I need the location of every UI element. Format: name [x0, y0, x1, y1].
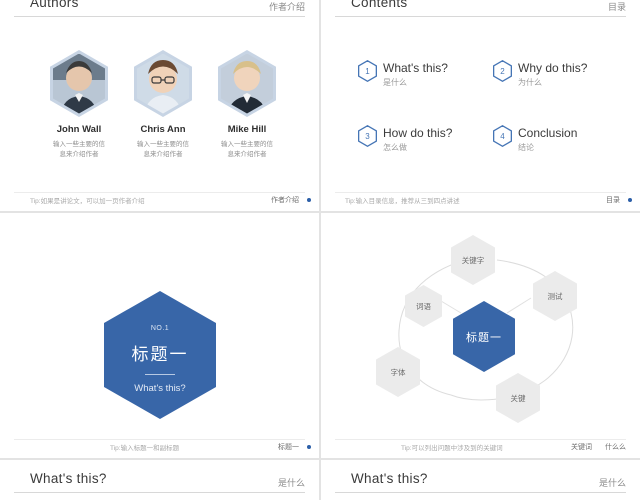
toc-label-en: What's this?: [383, 61, 448, 75]
section-title-hex: NO.1 标题一 What's this?: [104, 291, 216, 419]
footer-label: 作者介绍: [271, 197, 299, 204]
page-title: What's this?: [30, 471, 107, 486]
footer-tip: Tip:可以列出问题中涉及到的关键词: [401, 445, 503, 452]
page-title-cn: 是什么: [277, 478, 305, 488]
section-number: NO.1: [150, 325, 170, 332]
title-rule: [335, 492, 626, 493]
footer-label: 标题一: [278, 444, 299, 451]
footer-tip: Tip:输入标题一和副标题: [110, 445, 180, 452]
toc-label-cn: 怎么做: [383, 143, 407, 152]
toc-number-hex: 1: [358, 60, 377, 82]
title-rule: [14, 492, 305, 493]
footer-label: 目录: [606, 197, 620, 204]
footer-dot-icon: [307, 198, 311, 202]
page-title-cn: 是什么: [598, 478, 626, 488]
toc-label-en: Conclusion: [518, 126, 578, 140]
title-rule: [14, 16, 305, 17]
toc-number-hex: 4: [493, 125, 512, 147]
footer-rule: [14, 439, 305, 440]
avatar: [134, 50, 192, 117]
page-title-cn: 作者介绍: [268, 2, 305, 12]
author-description: 输入一些主要的信息来介绍作者: [221, 141, 273, 158]
slide-grid: Authors 作者介绍 John Wall 输入一些主要的信息来介绍作者 Ch…: [0, 0, 640, 500]
footer-dot-icon: [307, 445, 311, 449]
author-description: 输入一些主要的信息来介绍作者: [53, 141, 105, 158]
footer-rule: [335, 439, 626, 440]
page-title: What's this?: [351, 471, 428, 486]
footer-label-secondary: 什么么: [605, 444, 626, 451]
footer-tip: Tip:输入目录信息，推荐从三到四点讲述: [345, 198, 460, 205]
section-title-rule: [145, 374, 175, 375]
footer-dot-icon: [628, 198, 632, 202]
page-title-cn: 目录: [607, 2, 626, 12]
slide-whats-this-b[interactable]: What's this? 是什么: [321, 460, 640, 500]
author-name: Chris Ann: [140, 124, 186, 135]
footer-rule: [14, 192, 305, 193]
author-name: Mike Hill: [227, 124, 267, 135]
toc-number: 3: [359, 126, 376, 146]
toc-label-en: How do this?: [383, 126, 453, 140]
title-rule: [335, 16, 626, 17]
footer-label: 关键词: [571, 444, 592, 451]
author-description: 输入一些主要的信息来介绍作者: [137, 141, 189, 158]
toc-number-hex: 2: [493, 60, 512, 82]
toc-number-hex: 3: [358, 125, 377, 147]
toc-label-cn: 为什么: [518, 78, 542, 87]
toc-number: 4: [494, 126, 511, 146]
author-card[interactable]: Chris Ann 输入一些主要的信息来介绍作者: [121, 50, 205, 159]
author-name: John Wall: [56, 124, 102, 135]
section-title-en: What's this?: [134, 383, 186, 394]
toc-label-en: Why do this?: [518, 61, 588, 75]
page-title: Contents: [351, 0, 408, 10]
author-card[interactable]: Mike Hill 输入一些主要的信息来介绍作者: [205, 50, 289, 159]
footer-rule: [335, 192, 626, 193]
toc-number: 1: [359, 61, 376, 81]
avatar: [218, 50, 276, 117]
slide-hex-diagram[interactable]: 标题一 关键字 测试 词语 字体 关键 Tip:可以列出问题中涉及到的关键词 关…: [321, 213, 640, 458]
avatar: [50, 50, 108, 117]
toc-label-cn: 是什么: [383, 78, 407, 87]
slide-contents[interactable]: Contents 目录 1 What's this? 是什么 2 Why do …: [321, 0, 640, 211]
slide-section-title[interactable]: NO.1 标题一 What's this? Tip:输入标题一和副标题 标题一: [0, 213, 319, 458]
author-card[interactable]: John Wall 输入一些主要的信息来介绍作者: [37, 50, 121, 159]
slide-authors[interactable]: Authors 作者介绍 John Wall 输入一些主要的信息来介绍作者 Ch…: [0, 0, 319, 211]
toc-label-cn: 结论: [518, 143, 534, 152]
slide-whats-this-a[interactable]: What's this? 是什么: [0, 460, 319, 500]
toc-number: 2: [494, 61, 511, 81]
page-title: Authors: [30, 0, 79, 10]
footer-tip: Tip:如果是讲论文，可以加一页作者介绍: [30, 198, 145, 205]
section-title-cn: 标题一: [131, 345, 189, 364]
